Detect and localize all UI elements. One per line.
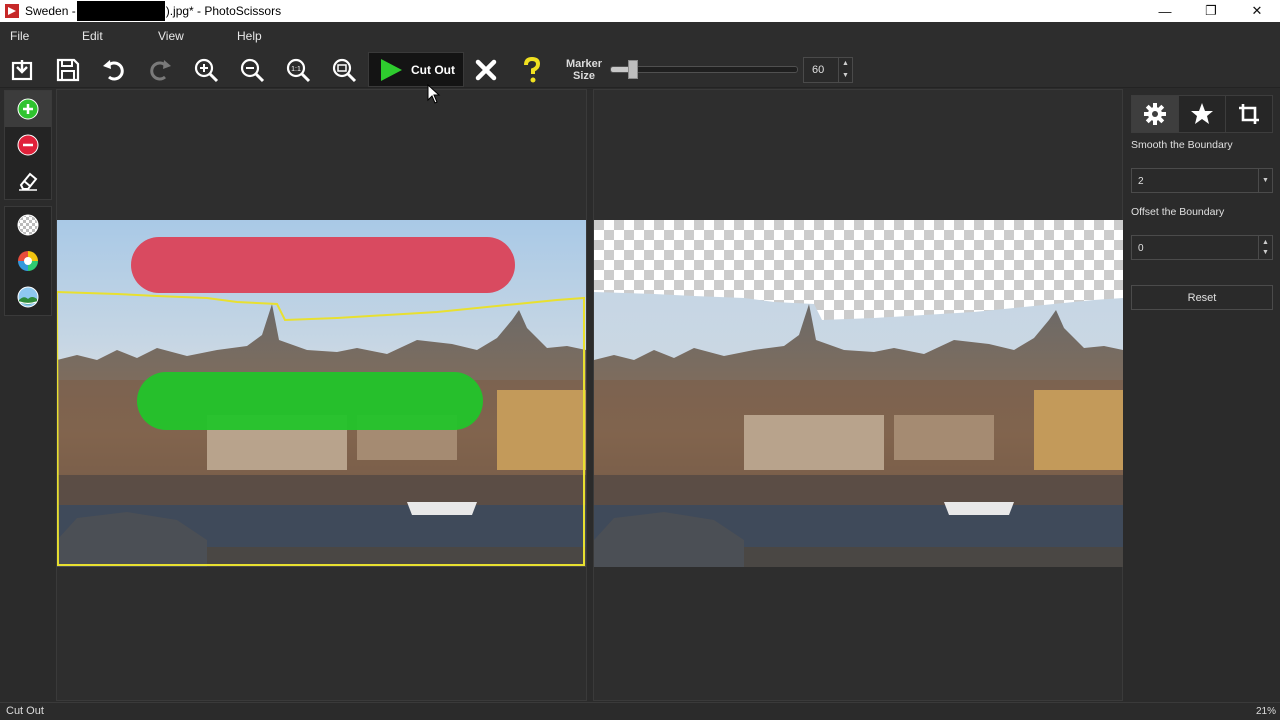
settings-tabs: [1131, 95, 1273, 133]
background-color-button[interactable]: [5, 243, 51, 279]
title-bar: Sweden - ).jpg* - PhotoScissors — ❐ ✕: [0, 0, 1280, 22]
background-image-icon: [17, 286, 39, 308]
open-icon[interactable]: [6, 54, 38, 86]
menu-help[interactable]: Help: [237, 29, 262, 43]
background-image-button[interactable]: [5, 279, 51, 315]
background-tools-group: [4, 206, 52, 316]
star-icon: [1191, 103, 1213, 124]
redacted-filename: [76, 1, 165, 21]
app-window: Sweden - ).jpg* - PhotoScissors — ❐ ✕ Fi…: [0, 0, 1280, 720]
cancel-icon[interactable]: [470, 54, 502, 86]
reset-button[interactable]: Reset: [1131, 285, 1273, 310]
zoom-level: 21%: [1255, 706, 1276, 717]
menu-view[interactable]: View: [158, 29, 184, 43]
source-image[interactable]: [57, 220, 586, 567]
menu-file[interactable]: File: [10, 29, 29, 43]
marker-size-spin-arrows[interactable]: ▲ ▼: [838, 58, 852, 82]
restore-button[interactable]: ❐: [1188, 0, 1234, 22]
zoom-in-icon[interactable]: [190, 54, 222, 86]
result-image-panel[interactable]: [593, 89, 1123, 701]
zoom-out-icon[interactable]: [236, 54, 268, 86]
marker-size-slider[interactable]: [610, 66, 798, 73]
background-marker-icon: [17, 134, 39, 156]
play-icon: [381, 58, 402, 81]
eraser-button[interactable]: [5, 163, 51, 199]
background-transparent-button[interactable]: [5, 207, 51, 243]
menu-bar: File Edit View Help: [0, 22, 1280, 50]
offset-boundary-value: 0: [1138, 243, 1144, 254]
photoscissors-logo-icon: [5, 4, 19, 18]
offset-boundary-label: Offset the Boundary: [1131, 206, 1225, 218]
marker-size-thumb[interactable]: [628, 60, 638, 79]
window-title-prefix: Sweden -: [25, 4, 76, 18]
smooth-boundary-select[interactable]: 2 ▼: [1131, 168, 1273, 193]
zoom-actual-icon[interactable]: 1:1: [282, 54, 314, 86]
spin-arrows-icon[interactable]: ▲ ▼: [1258, 236, 1272, 259]
close-button[interactable]: ✕: [1234, 0, 1280, 22]
smooth-boundary-value: 2: [1138, 176, 1144, 187]
offset-boundary-spinbox[interactable]: 0 ▲ ▼: [1131, 235, 1273, 260]
save-icon[interactable]: [52, 54, 84, 86]
redo-icon[interactable]: [144, 54, 176, 86]
marker-size-spinbox[interactable]: 60 ▲ ▼: [803, 57, 853, 83]
window-title: Sweden - ).jpg* - PhotoScissors: [25, 1, 281, 21]
eraser-icon: [19, 172, 38, 191]
settings-panel: Smooth the Boundary 2 ▼ Offset the Bound…: [1128, 89, 1280, 701]
crop-icon: [1239, 104, 1259, 124]
marker-tools-group: [4, 90, 52, 200]
undo-icon[interactable]: [98, 54, 130, 86]
gear-icon: [1144, 103, 1166, 125]
marker-size-label: Marker Size: [565, 58, 603, 82]
tab-settings[interactable]: [1132, 96, 1179, 132]
tab-crop[interactable]: [1226, 96, 1272, 132]
svg-text:1:1: 1:1: [291, 66, 301, 73]
background-marker-button[interactable]: [5, 127, 51, 163]
help-icon[interactable]: [516, 54, 548, 86]
left-tool-strip: [4, 90, 52, 322]
background-color-icon: [18, 251, 38, 271]
menu-edit[interactable]: Edit: [82, 29, 103, 43]
minimize-button[interactable]: —: [1142, 0, 1188, 22]
tab-effects[interactable]: [1179, 96, 1226, 132]
status-bar: Cut Out 21%: [0, 702, 1280, 720]
result-image[interactable]: [594, 220, 1123, 567]
foreground-marker-icon: [17, 98, 39, 120]
source-image-panel[interactable]: [56, 89, 587, 701]
window-controls: — ❐ ✕: [1142, 0, 1280, 22]
window-title-suffix: ).jpg* - PhotoScissors: [165, 4, 282, 18]
status-text: Cut Out: [6, 705, 44, 717]
background-transparent-icon: [17, 214, 39, 236]
chevron-down-icon[interactable]: ▼: [1258, 169, 1272, 192]
foreground-marker-button[interactable]: [5, 91, 51, 127]
mouse-cursor-icon: [427, 84, 441, 104]
marker-size-value: 60: [812, 64, 825, 76]
smooth-boundary-label: Smooth the Boundary: [1131, 139, 1233, 151]
cut-out-button[interactable]: Cut Out: [368, 52, 464, 87]
cut-out-label: Cut Out: [411, 62, 455, 77]
zoom-fit-icon[interactable]: [328, 54, 360, 86]
